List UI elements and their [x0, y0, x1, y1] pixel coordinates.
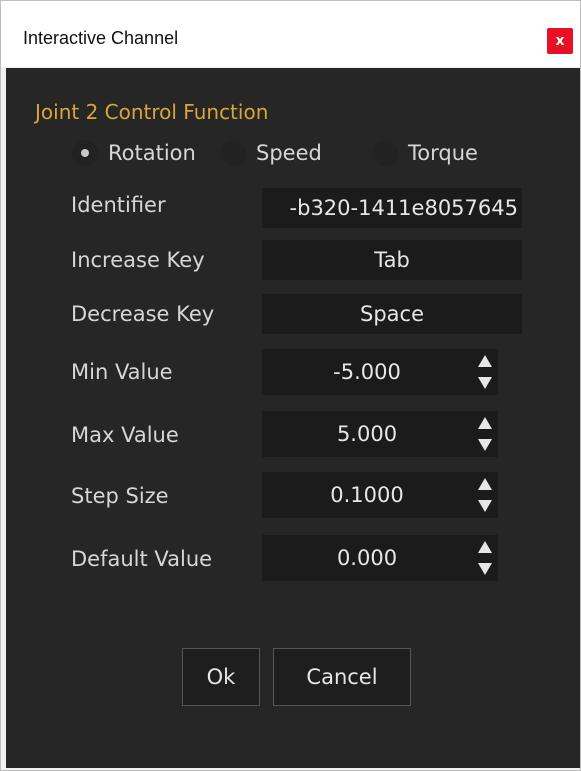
arrow-down-icon[interactable]: [478, 500, 492, 512]
increase-key-label: Increase Key: [71, 248, 205, 272]
min-value-spin-arrows[interactable]: [478, 355, 492, 389]
step-size-input[interactable]: 0.1000: [262, 472, 472, 518]
identifier-field[interactable]: -b320-1411e8057645: [262, 188, 522, 228]
identifier-value: -b320-1411e8057645: [289, 196, 518, 220]
ok-button[interactable]: Ok: [182, 648, 260, 706]
arrow-down-icon[interactable]: [478, 563, 492, 575]
dialog-content: Joint 2 Control Function Rotation Speed …: [6, 68, 580, 768]
min-value-spinner[interactable]: -5.000: [262, 349, 498, 395]
close-icon: x: [555, 33, 565, 49]
step-size-spinner[interactable]: 0.1000: [262, 472, 498, 518]
identifier-label: Identifier: [71, 193, 166, 217]
max-value-label: Max Value: [71, 423, 179, 447]
step-size-label: Step Size: [71, 484, 169, 508]
arrow-down-icon[interactable]: [478, 377, 492, 389]
decrease-key-value: Space: [360, 302, 424, 326]
step-size-spin-arrows[interactable]: [478, 478, 492, 512]
section-title: Joint 2 Control Function: [35, 100, 269, 124]
radio-torque-label: Torque: [408, 141, 478, 165]
arrow-up-icon[interactable]: [478, 417, 492, 429]
default-value-spinner[interactable]: 0.000: [262, 535, 498, 581]
default-value-label: Default Value: [71, 547, 213, 571]
radio-speed[interactable]: Speed: [220, 140, 322, 166]
cancel-button[interactable]: Cancel: [273, 648, 411, 706]
window-title: Interactive Channel: [23, 28, 179, 48]
min-value-label: Min Value: [71, 360, 173, 384]
title-bar[interactable]: Interactive Channel x: [1, 1, 580, 67]
default-value-spin-arrows[interactable]: [478, 541, 492, 575]
increase-key-field[interactable]: Tab: [262, 240, 522, 280]
arrow-up-icon[interactable]: [478, 478, 492, 490]
increase-key-value: Tab: [374, 248, 410, 272]
radio-torque[interactable]: Torque: [372, 140, 478, 166]
arrow-up-icon[interactable]: [478, 541, 492, 553]
arrow-down-icon[interactable]: [478, 439, 492, 451]
radio-dot[interactable]: [220, 140, 246, 166]
radio-rotation-label: Rotation: [108, 141, 196, 165]
arrow-up-icon[interactable]: [478, 355, 492, 367]
close-button[interactable]: x: [547, 28, 573, 54]
control-function-radio-group: Rotation Speed Torque: [6, 140, 580, 168]
radio-speed-label: Speed: [256, 141, 322, 165]
radio-dot[interactable]: [372, 140, 398, 166]
max-value-input[interactable]: 5.000: [262, 411, 472, 457]
radio-dot-checked[interactable]: [72, 140, 98, 166]
radio-rotation[interactable]: Rotation: [72, 140, 196, 166]
decrease-key-label: Decrease Key: [71, 302, 215, 326]
max-value-spin-arrows[interactable]: [478, 417, 492, 451]
default-value-input[interactable]: 0.000: [262, 535, 472, 581]
dialog-window: Interactive Channel x Joint 2 Control Fu…: [0, 0, 581, 771]
max-value-spinner[interactable]: 5.000: [262, 411, 498, 457]
decrease-key-field[interactable]: Space: [262, 294, 522, 334]
min-value-input[interactable]: -5.000: [262, 349, 472, 395]
